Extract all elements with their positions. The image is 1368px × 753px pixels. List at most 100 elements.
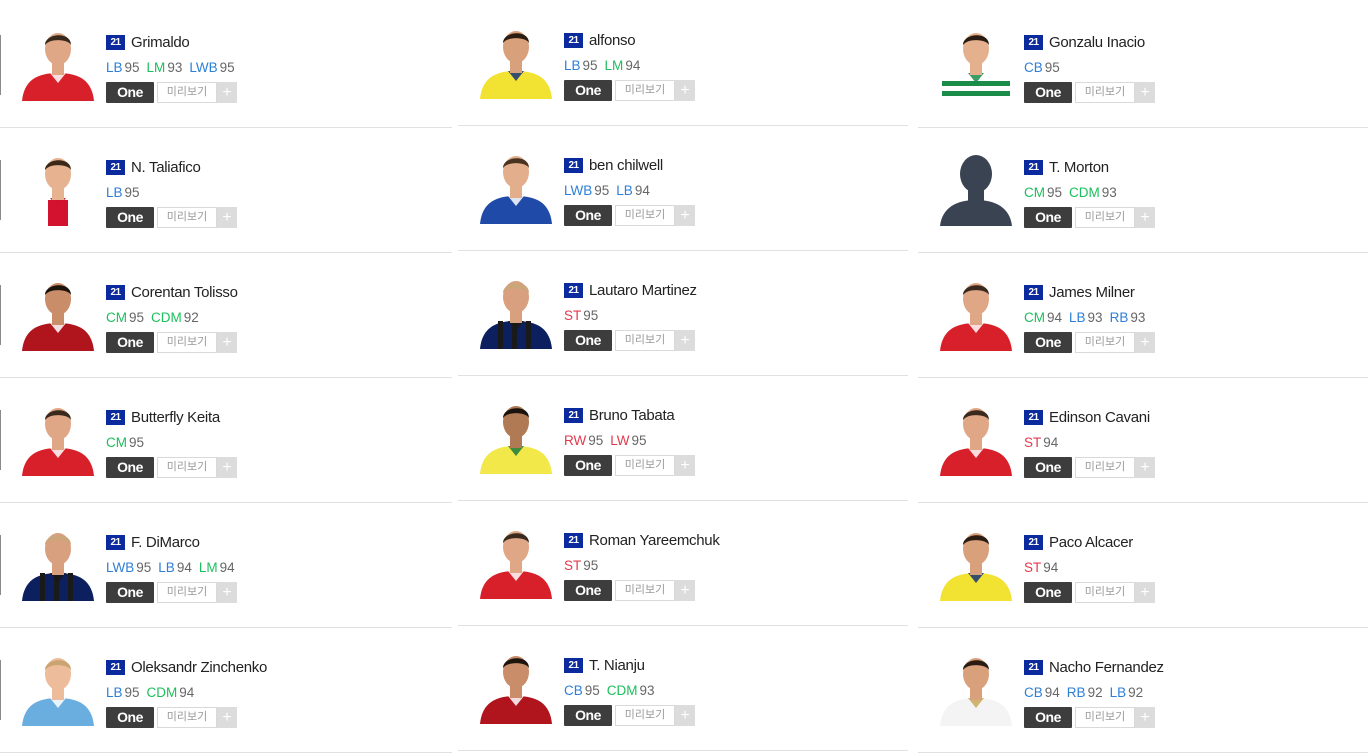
add-button[interactable]: +	[217, 82, 237, 103]
player-name[interactable]: James Milner	[1049, 284, 1135, 301]
preview-button[interactable]: 미리보기	[615, 330, 675, 351]
player-card[interactable]: 21 Paco Alcacer ST 94 One 미리보기 +	[918, 503, 1368, 628]
one-button[interactable]: One	[1024, 582, 1072, 603]
preview-button[interactable]: 미리보기	[615, 705, 675, 726]
preview-button[interactable]: 미리보기	[615, 580, 675, 601]
player-card[interactable]: 21 T. Morton CM 95 CDM 93 One 미리보기 +	[918, 128, 1368, 253]
player-card[interactable]: 21 Butterfly Keita CM 95 One 미리보기 +	[0, 378, 452, 503]
player-card[interactable]: 21 T. Nianju CB 95 CDM 93 One 미리보기 +	[458, 626, 908, 751]
add-button[interactable]: +	[217, 707, 237, 728]
player-name[interactable]: Lautaro Martinez	[589, 282, 697, 299]
add-button[interactable]: +	[675, 330, 695, 351]
one-button[interactable]: One	[1024, 707, 1072, 728]
preview-button[interactable]: 미리보기	[615, 455, 675, 476]
player-name[interactable]: Roman Yareemchuk	[589, 532, 720, 549]
player-card[interactable]: 21 Nacho Fernandez CB 94 RB 92 LB 92 One 미리보기…	[918, 628, 1368, 753]
preview-button[interactable]: 미리보기	[1075, 82, 1135, 103]
player-card[interactable]: 21 ben chilwell LWB 95 LB 94 One 미리보기 +	[458, 126, 908, 251]
one-button[interactable]: One	[1024, 332, 1072, 353]
player-card[interactable]: 21 F. DiMarco LWB 95 LB 94 LM 94 One 미리보기 +	[0, 503, 452, 628]
player-card[interactable]: 21 Corentan Tolisso CM 95 CDM 92 One 미리보기 +	[0, 253, 452, 378]
add-button[interactable]: +	[217, 457, 237, 478]
one-button[interactable]: One	[564, 330, 612, 351]
player-card[interactable]: 21 Grimaldo LB 95 LM 93 LWB 95 One 미리보기 +	[0, 3, 452, 128]
add-button[interactable]: +	[675, 80, 695, 101]
one-button[interactable]: One	[564, 580, 612, 601]
player-card[interactable]: 21 alfonso LB 95 LM 94 One 미리보기 +	[458, 1, 908, 126]
one-button[interactable]: One	[106, 707, 154, 728]
add-button[interactable]: +	[1135, 207, 1155, 228]
player-portrait[interactable]	[474, 21, 558, 99]
add-button[interactable]: +	[1135, 332, 1155, 353]
preview-button[interactable]: 미리보기	[615, 80, 675, 101]
preview-button[interactable]: 미리보기	[615, 205, 675, 226]
player-portrait[interactable]	[474, 271, 558, 349]
player-portrait[interactable]	[16, 398, 100, 476]
player-name[interactable]: Nacho Fernandez	[1049, 659, 1164, 676]
one-button[interactable]: One	[1024, 457, 1072, 478]
add-button[interactable]: +	[1135, 82, 1155, 103]
preview-button[interactable]: 미리보기	[157, 332, 217, 353]
one-button[interactable]: One	[1024, 207, 1072, 228]
add-button[interactable]: +	[1135, 582, 1155, 603]
player-portrait[interactable]	[474, 521, 558, 599]
one-button[interactable]: One	[106, 582, 154, 603]
one-button[interactable]: One	[564, 455, 612, 476]
one-button[interactable]: One	[106, 332, 154, 353]
one-button[interactable]: One	[564, 80, 612, 101]
player-name[interactable]: Gonzalu Inacio	[1049, 34, 1145, 51]
add-button[interactable]: +	[1135, 707, 1155, 728]
player-portrait[interactable]	[934, 273, 1018, 351]
preview-button[interactable]: 미리보기	[157, 582, 217, 603]
add-button[interactable]: +	[217, 207, 237, 228]
preview-button[interactable]: 미리보기	[157, 82, 217, 103]
player-name[interactable]: ben chilwell	[589, 157, 663, 174]
player-portrait[interactable]	[16, 148, 100, 226]
player-name[interactable]: Grimaldo	[131, 34, 190, 51]
preview-button[interactable]: 미리보기	[1075, 207, 1135, 228]
one-button[interactable]: One	[106, 457, 154, 478]
one-button[interactable]: One	[106, 207, 154, 228]
preview-button[interactable]: 미리보기	[157, 457, 217, 478]
player-card[interactable]: 21 N. Taliafico LB 95 One 미리보기 +	[0, 128, 452, 253]
player-name[interactable]: Corentan Tolisso	[131, 284, 238, 301]
one-button[interactable]: One	[564, 705, 612, 726]
player-name[interactable]: T. Nianju	[589, 657, 645, 674]
player-portrait[interactable]	[16, 23, 100, 101]
player-name[interactable]: Butterfly Keita	[131, 409, 220, 426]
one-button[interactable]: One	[106, 82, 154, 103]
preview-button[interactable]: 미리보기	[1075, 332, 1135, 353]
player-name[interactable]: F. DiMarco	[131, 534, 200, 551]
add-button[interactable]: +	[675, 580, 695, 601]
preview-button[interactable]: 미리보기	[1075, 582, 1135, 603]
player-name[interactable]: Paco Alcacer	[1049, 534, 1133, 551]
player-portrait[interactable]	[474, 396, 558, 474]
add-button[interactable]: +	[217, 582, 237, 603]
player-name[interactable]: alfonso	[589, 32, 636, 49]
player-card[interactable]: 21 Roman Yareemchuk ST 95 One 미리보기 +	[458, 501, 908, 626]
preview-button[interactable]: 미리보기	[1075, 707, 1135, 728]
player-portrait[interactable]	[934, 648, 1018, 726]
preview-button[interactable]: 미리보기	[157, 207, 217, 228]
player-card[interactable]: 21 Gonzalu Inacio CB 95 One 미리보기 +	[918, 3, 1368, 128]
add-button[interactable]: +	[217, 332, 237, 353]
add-button[interactable]: +	[675, 705, 695, 726]
player-card[interactable]: 21 Oleksandr Zinchenko LB 95 CDM 94 One 미리보…	[0, 628, 452, 753]
one-button[interactable]: One	[564, 205, 612, 226]
preview-button[interactable]: 미리보기	[157, 707, 217, 728]
player-name[interactable]: Oleksandr Zinchenko	[131, 659, 267, 676]
player-portrait[interactable]	[16, 648, 100, 726]
player-card[interactable]: 21 Lautaro Martinez ST 95 One 미리보기 +	[458, 251, 908, 376]
player-portrait[interactable]	[16, 273, 100, 351]
one-button[interactable]: One	[1024, 82, 1072, 103]
player-portrait[interactable]	[474, 646, 558, 724]
player-name[interactable]: Bruno Tabata	[589, 407, 675, 424]
player-portrait[interactable]	[934, 23, 1018, 101]
player-card[interactable]: 21 Bruno Tabata RW 95 LW 95 One 미리보기 +	[458, 376, 908, 501]
player-portrait[interactable]	[934, 523, 1018, 601]
player-card[interactable]: 21 Edinson Cavani ST 94 One 미리보기 +	[918, 378, 1368, 503]
player-card[interactable]: 21 James Milner CM 94 LB 93 RB 93 One 미리보기 +	[918, 253, 1368, 378]
player-name[interactable]: Edinson Cavani	[1049, 409, 1150, 426]
player-portrait[interactable]	[934, 148, 1018, 226]
add-button[interactable]: +	[675, 455, 695, 476]
